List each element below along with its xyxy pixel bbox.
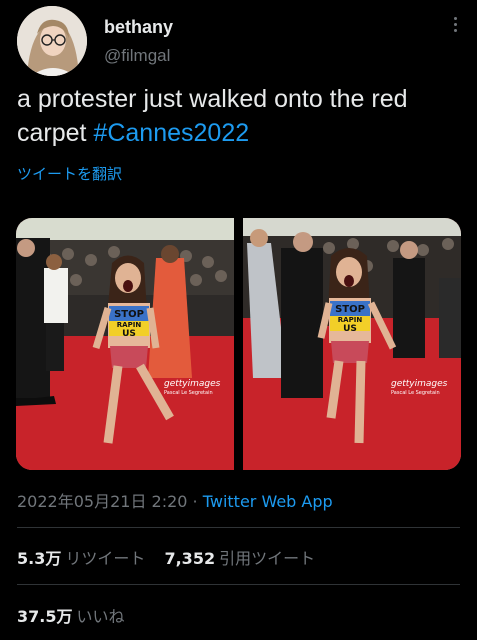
watermark-text: gettyimages [164, 379, 221, 389]
tweet-photo-2[interactable]: STOP RAPIN US gettyimages Pascal Le Segr… [243, 218, 461, 470]
tweet-photo-1[interactable]: STOP RAPIN US gettyimages Pascal Le Segr… [16, 218, 234, 470]
body-paint-text: RAPIN [338, 316, 363, 324]
quotes-label: 引用ツイート [219, 549, 316, 568]
likes-stat[interactable]: 37.5万 いいね [17, 607, 125, 626]
tweet-text: a protester just walked onto the red car… [17, 82, 457, 150]
likes-row: 37.5万 いいね [17, 603, 125, 627]
retweets-stat[interactable]: 5.3万 リツイート [17, 549, 150, 568]
body-paint-text: RAPIN [117, 321, 142, 329]
tweet-meta: 2022年05月21日 2:20 · Twitter Web App [17, 488, 333, 512]
quotes-count: 7,352 [164, 549, 216, 568]
meta-separator: · [187, 492, 203, 511]
photo-credit-text: Pascal Le Segretain [164, 390, 213, 396]
avatar-photo [17, 6, 87, 76]
engagement-row: 5.3万 リツイート 7,352 引用ツイート [17, 545, 315, 569]
author-handle[interactable]: @filmgal [104, 46, 170, 66]
likes-count: 37.5万 [17, 607, 73, 626]
divider [17, 527, 460, 528]
retweets-label: リツイート [65, 549, 146, 568]
body-paint-text: US [343, 324, 357, 334]
protester-photo-1: STOP RAPIN US gettyimages Pascal Le Segr… [16, 218, 234, 470]
body-paint-text: STOP [335, 304, 365, 315]
divider [17, 584, 460, 585]
author-display-name[interactable]: bethany [104, 17, 173, 38]
retweets-count: 5.3万 [17, 549, 62, 568]
watermark-text: gettyimages [391, 379, 448, 389]
likes-label: いいね [76, 607, 125, 626]
more-options-icon[interactable] [448, 14, 462, 40]
quotes-stat[interactable]: 7,352 引用ツイート [164, 549, 315, 568]
photo-credit-text: Pascal Le Segretain [391, 390, 440, 396]
protester-photo-2: STOP RAPIN US gettyimages Pascal Le Segr… [243, 218, 461, 470]
tweet-timestamp[interactable]: 2022年05月21日 2:20 [17, 492, 187, 511]
body-paint-text: US [122, 329, 136, 339]
hashtag-link[interactable]: #Cannes2022 [93, 119, 249, 147]
translate-tweet-link[interactable]: ツイートを翻訳 [17, 163, 122, 184]
body-paint-text: STOP [114, 309, 144, 320]
avatar[interactable] [17, 6, 87, 76]
tweet-source-link[interactable]: Twitter Web App [203, 492, 333, 511]
